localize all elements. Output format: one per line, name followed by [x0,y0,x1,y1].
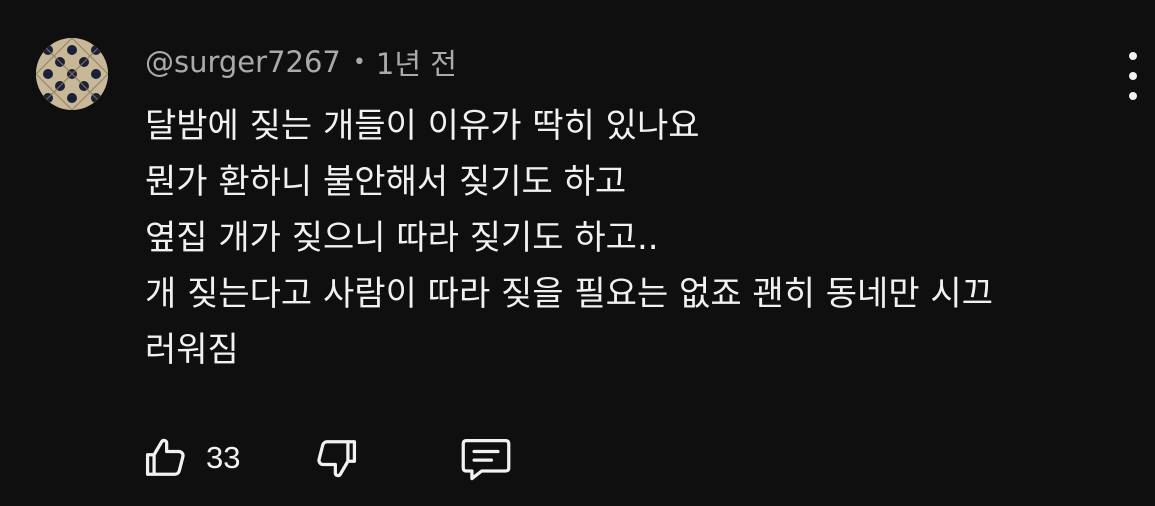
reply-button[interactable] [456,430,516,486]
dislike-button[interactable] [310,430,362,486]
comment-text: 달밤에 짖는 개들이 이유가 딱히 있나요 뭔가 환하니 불안해서 짖기도 하고… [145,98,1130,378]
author-name[interactable]: @surger7267 [145,45,341,79]
timestamp[interactable]: 1년 전 [376,41,457,83]
comment-line: 뭔가 환하니 불안해서 짖기도 하고 [145,162,627,202]
comment-line: 개 짖는다고 사람이 따라 짖을 필요는 없죠 괜히 동네만 시끄 [145,274,993,314]
avatar[interactable] [36,38,108,110]
like-button[interactable]: 33 [140,430,240,486]
comment-card: @surger7267 • 1년 전 달밤에 짖는 개들이 이유가 딱히 있나요… [0,0,1155,506]
more-vert-icon [1129,52,1137,60]
comment-actions: 33 [140,430,540,486]
comment-line: 러워짐 [145,330,239,370]
comment-line: 달밤에 짖는 개들이 이유가 딱히 있나요 [145,106,700,146]
comment-meta: @surger7267 • 1년 전 [145,42,457,82]
avatar-pattern-icon [36,38,108,110]
like-count: 33 [206,440,241,475]
comment-icon [461,439,511,481]
more-vert-icon-dot [1129,72,1137,80]
more-vert-icon-dot [1129,92,1137,100]
comment-line: 옆집 개가 짖으니 따라 짖기도 하고.. [145,218,659,258]
more-actions-button[interactable] [1118,52,1148,100]
thumb-down-icon [317,440,357,478]
thumb-up-icon [145,438,185,476]
meta-separator: • [352,49,366,75]
